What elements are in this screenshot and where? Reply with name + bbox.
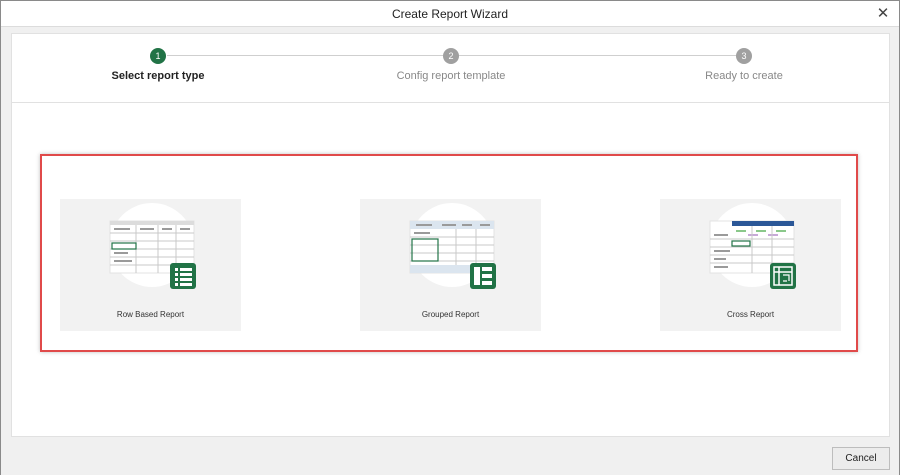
wizard-steps: 1 Select report type 2 Config report tem… [12,34,889,103]
cross-report-card[interactable]: Cross Report [660,199,841,331]
step-number: 2 [443,48,459,64]
step-ready-to-create: 3 Ready to create [644,48,844,82]
title-bar: Create Report Wizard ✕ [1,1,899,27]
grouped-report-card[interactable]: Grouped Report [360,199,541,331]
wizard-content: 1 Select report type 2 Config report tem… [11,33,890,437]
cross-report-icon [709,203,796,289]
step-number: 1 [150,48,166,64]
step-config-report-template: 2 Config report template [351,48,551,82]
step-number: 3 [736,48,752,64]
row-based-report-card[interactable]: Row Based Report [60,199,241,331]
report-type-label: Row Based Report [116,310,185,319]
close-icon[interactable]: ✕ [873,4,893,24]
step-label: Ready to create [705,70,783,82]
wizard-window: Create Report Wizard ✕ 1 Select report t… [0,0,900,475]
row-based-report-icon [109,203,196,289]
grouped-report-icon [409,203,496,289]
report-type-label: Cross Report [726,310,775,319]
cancel-button[interactable]: Cancel [832,447,890,470]
report-type-label: Grouped Report [421,310,480,319]
wizard-footer: Cancel [1,439,899,475]
step-label: Select report type [111,70,205,82]
step-select-report-type: 1 Select report type [58,48,258,82]
step-label: Config report template [396,70,506,82]
window-title: Create Report Wizard [391,7,509,21]
